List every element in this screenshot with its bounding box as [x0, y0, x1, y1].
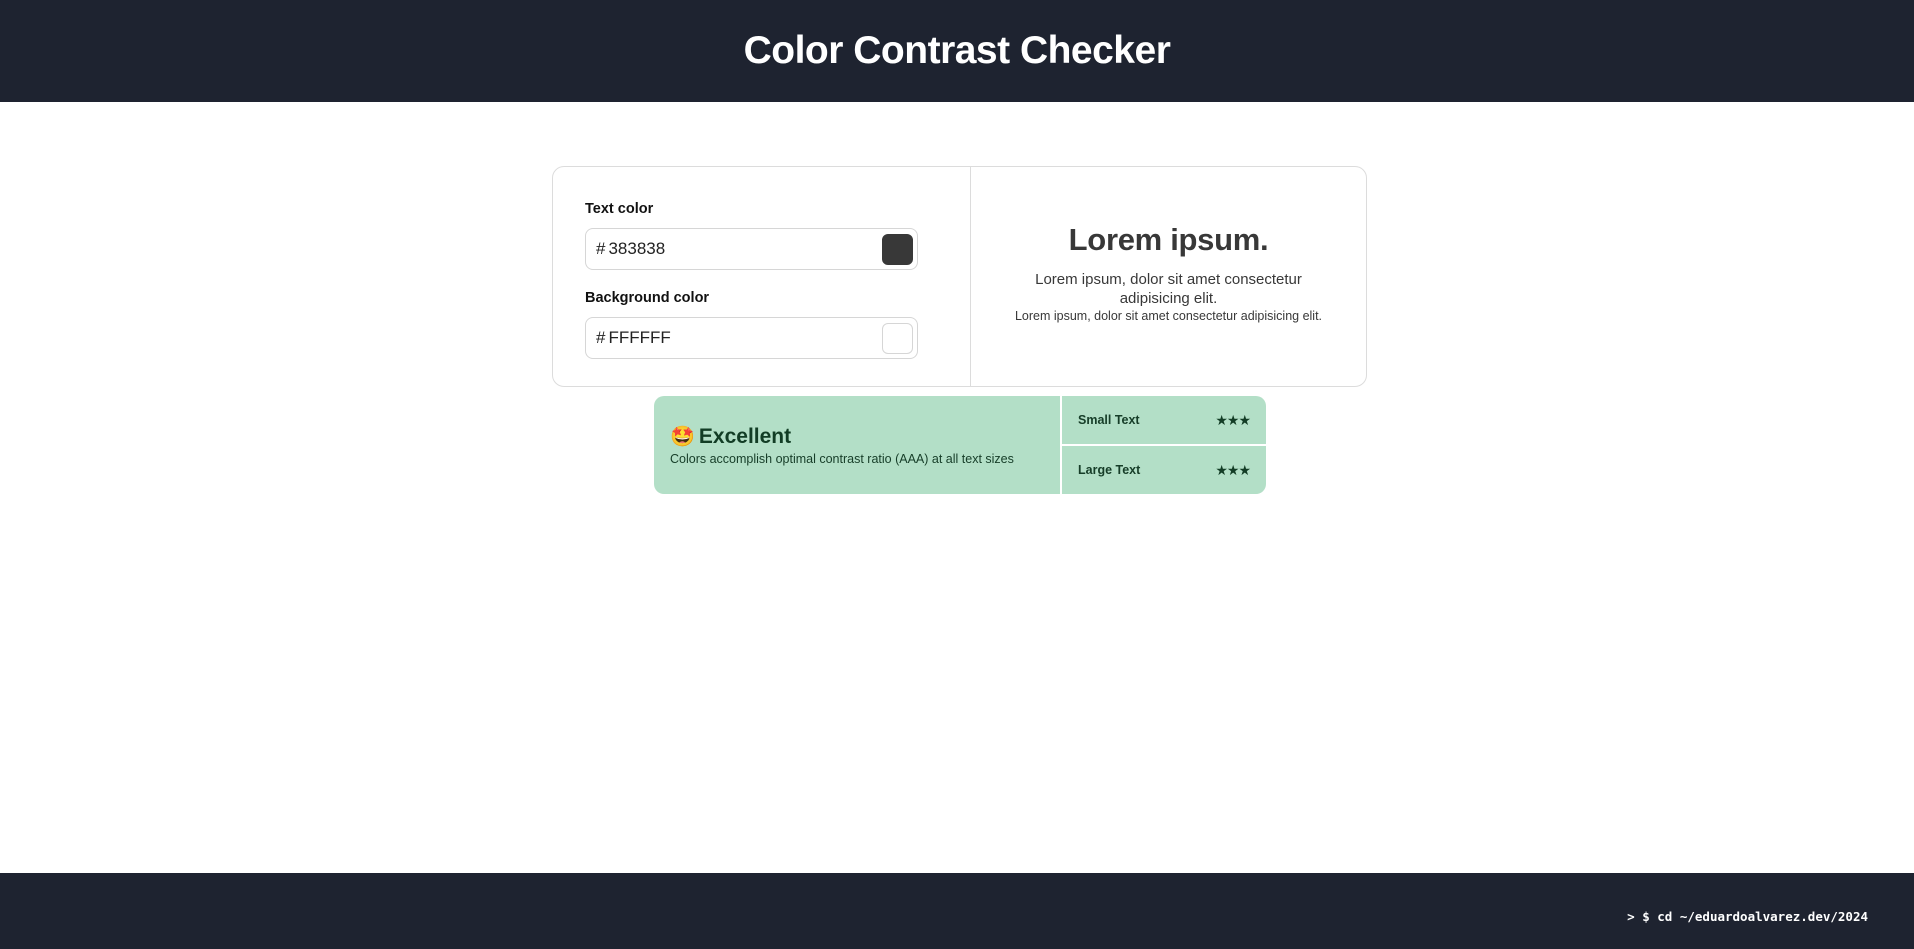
small-text-stars-icon: ★★★: [1215, 411, 1251, 428]
verdict: 🤩 Excellent: [670, 424, 1060, 449]
color-inputs-panel: Text color # 383838 Background color # F…: [553, 167, 971, 386]
text-color-swatch[interactable]: [882, 233, 913, 265]
page-title: Color Contrast Checker: [743, 29, 1171, 72]
result-ratings: Small Text ★★★ Large Text ★★★: [1062, 396, 1266, 494]
preview-body-text: Lorem ipsum, dolor sit amet consectetur …: [1035, 271, 1302, 307]
small-text-rating-row: Small Text ★★★: [1062, 396, 1266, 444]
preview-panel: Lorem ipsum. Lorem ipsum, dolor sit amet…: [971, 167, 1366, 386]
text-color-field[interactable]: # 383838: [585, 228, 918, 270]
small-text-label: Small Text: [1078, 413, 1140, 427]
footer-terminal-text[interactable]: > $ cd ~/eduardoalvarez.dev/2024: [1627, 909, 1868, 924]
background-color-field[interactable]: # FFFFFF: [585, 317, 918, 359]
verdict-label: Excellent: [698, 424, 792, 448]
text-color-hash-prefix: #: [596, 239, 606, 258]
large-text-stars-icon: ★★★: [1215, 461, 1251, 478]
background-color-hash-prefix: #: [596, 328, 606, 347]
large-text-rating-row: Large Text ★★★: [1062, 446, 1266, 494]
preview-small-text: Lorem ipsum, dolor sit amet consectetur …: [1014, 309, 1323, 323]
text-color-hex-input[interactable]: 383838: [608, 239, 882, 259]
verdict-description: Colors accomplish optimal contrast ratio…: [670, 452, 1014, 466]
app-footer: > $ cd ~/eduardoalvarez.dev/2024: [0, 873, 1914, 949]
checker-card: Text color # 383838 Background color # F…: [552, 166, 1367, 387]
large-text-label: Large Text: [1078, 463, 1141, 477]
star-struck-emoji-icon: 🤩: [670, 426, 695, 448]
preview-title: Lorem ipsum.: [1068, 222, 1269, 257]
background-color-label: Background color: [585, 290, 710, 306]
background-color-hex-input[interactable]: FFFFFF: [608, 328, 882, 348]
app-header: Color Contrast Checker: [0, 0, 1914, 102]
result-summary: 🤩 Excellent Colors accomplish optimal co…: [654, 396, 1060, 494]
contrast-result: 🤩 Excellent Colors accomplish optimal co…: [654, 396, 1266, 494]
background-color-swatch[interactable]: [882, 322, 913, 354]
text-color-label: Text color: [585, 201, 654, 217]
